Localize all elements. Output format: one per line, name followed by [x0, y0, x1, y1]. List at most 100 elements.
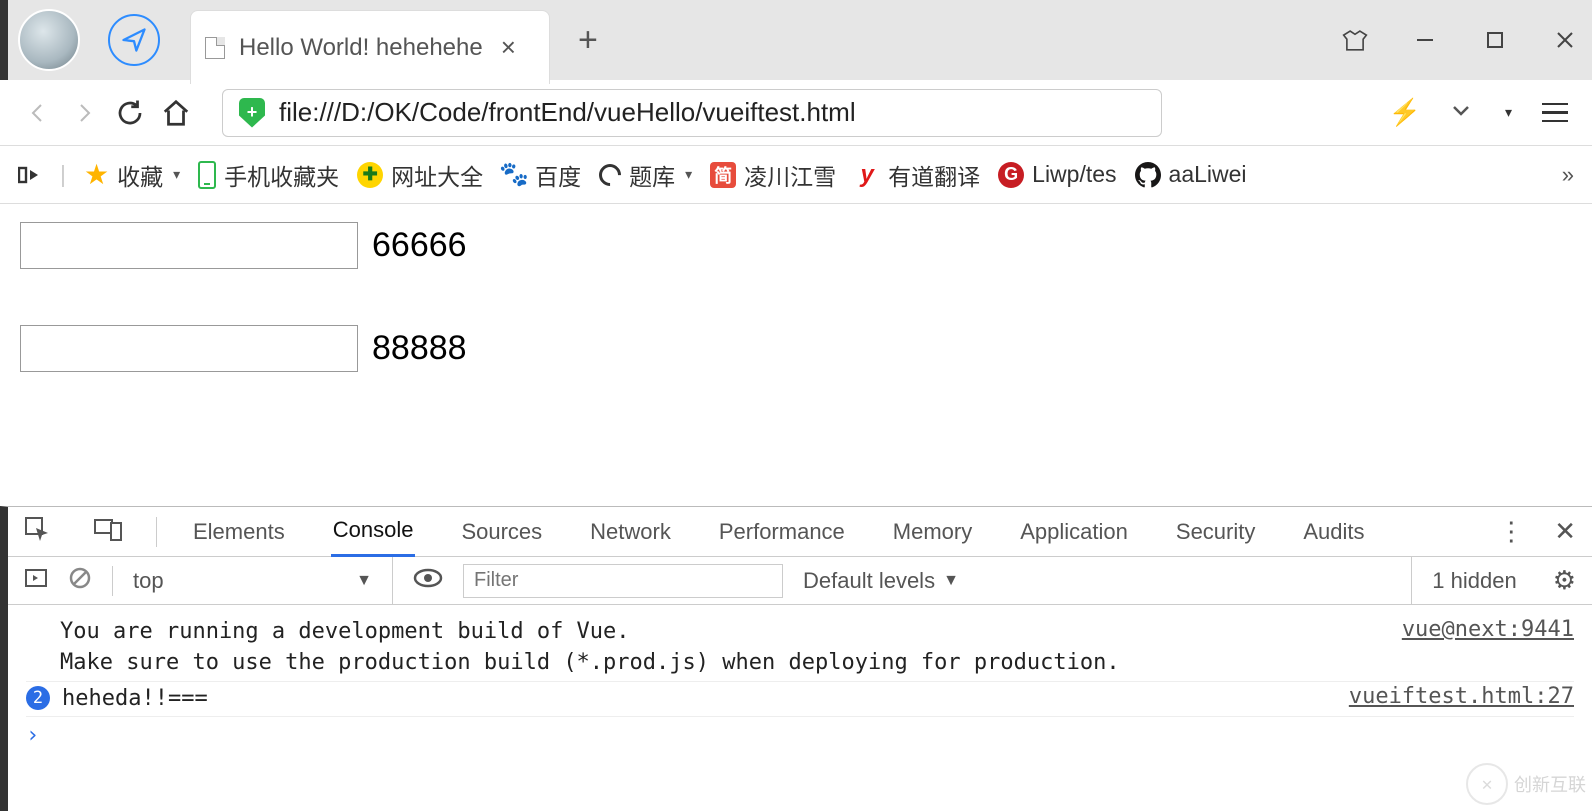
- compass-arrow-icon: [120, 26, 148, 54]
- skin-button[interactable]: [1342, 27, 1368, 53]
- mobile-favorites-label: 手机收藏夹: [224, 158, 339, 192]
- address-bar: + file:///D:/OK/Code/frontEnd/vueHello/v…: [0, 80, 1592, 146]
- console-toolbar: top ▼ Default levels ▼ 1 hidden ⚙: [8, 557, 1592, 605]
- live-expression-button[interactable]: [413, 567, 443, 595]
- tab-console[interactable]: Console: [331, 507, 416, 557]
- jianshu-icon: 简: [710, 162, 736, 188]
- bookmark-item-1[interactable]: 🐾 百度: [501, 158, 581, 192]
- bookmarks-bar: | ★收藏▾ 手机收藏夹 ✚ 网址大全 🐾 百度 题库▾ 简凌川江雪 y有道翻译 G…: [0, 146, 1592, 204]
- sidebar-toggle-button[interactable]: [18, 164, 42, 186]
- speed-bolt-icon[interactable]: ⚡: [1389, 97, 1421, 128]
- watermark-text: 创新互联: [1514, 771, 1586, 797]
- value-text-1: 88888: [372, 329, 467, 368]
- message-text: heheda!!===: [62, 684, 208, 715]
- console-prompt[interactable]: ›: [26, 717, 1574, 748]
- text-input-1[interactable]: [20, 325, 358, 372]
- mobile-icon: [198, 161, 216, 189]
- bookmark-label: 题库: [629, 158, 675, 192]
- browser-tab[interactable]: Hello World! hehehehe ×: [190, 10, 550, 84]
- message-source-link[interactable]: vue@next:9441: [1402, 617, 1574, 642]
- levels-label: Default levels: [803, 568, 935, 594]
- bookmarks-overflow-button[interactable]: »: [1562, 162, 1574, 188]
- tab-memory[interactable]: Memory: [891, 507, 974, 557]
- bookmark-item-3[interactable]: 简凌川江雪: [710, 158, 836, 192]
- tab-title: Hello World! hehehehe: [239, 34, 483, 62]
- browser-titlebar: Hello World! hehehehe × +: [0, 0, 1592, 80]
- context-selector[interactable]: top ▼: [133, 557, 393, 604]
- inspect-element-button[interactable]: [24, 516, 50, 548]
- tab-elements[interactable]: Elements: [191, 507, 287, 557]
- youdao-icon: y: [854, 162, 880, 188]
- undo-close-button[interactable]: ▾: [1501, 104, 1512, 121]
- devtools-tabbar: Elements Console Sources Network Perform…: [8, 507, 1592, 557]
- window-close-button[interactable]: [1552, 27, 1578, 53]
- home-button[interactable]: [158, 95, 194, 131]
- navigation-compass-button[interactable]: [108, 14, 160, 66]
- new-tab-button[interactable]: +: [578, 21, 598, 60]
- bookmark-label: 百度: [535, 158, 581, 192]
- watermark-logo-icon: ✕: [1466, 763, 1508, 805]
- devtools-close-button[interactable]: ✕: [1554, 516, 1576, 547]
- context-label: top: [133, 568, 164, 594]
- device-toolbar-button[interactable]: [94, 517, 122, 547]
- console-filter-input[interactable]: [463, 564, 783, 598]
- console-message-0: You are running a development build of V…: [26, 615, 1574, 682]
- message-source-link[interactable]: vueiftest.html:27: [1349, 684, 1574, 709]
- hidden-messages-count[interactable]: 1 hidden: [1411, 557, 1516, 604]
- minimize-button[interactable]: [1412, 27, 1438, 53]
- maximize-button[interactable]: [1482, 27, 1508, 53]
- tab-audits[interactable]: Audits: [1301, 507, 1366, 557]
- bookmark-item-6[interactable]: aaLiwei: [1135, 161, 1247, 188]
- console-output: You are running a development build of V…: [8, 605, 1592, 811]
- bookmark-item-4[interactable]: y有道翻译: [854, 158, 980, 192]
- profile-avatar[interactable]: [18, 9, 80, 71]
- window-controls: [1342, 0, 1578, 80]
- gitee-icon: G: [998, 162, 1024, 188]
- text-input-0[interactable]: [20, 222, 358, 269]
- star-icon: ★: [84, 158, 109, 191]
- bookmark-label: Liwp/tes: [1032, 161, 1116, 188]
- hidden-count-label: 1 hidden: [1432, 568, 1516, 594]
- clear-console-button[interactable]: [68, 566, 92, 596]
- security-shield-icon: +: [239, 98, 265, 128]
- page-file-icon: [205, 37, 225, 59]
- back-button[interactable]: [20, 95, 56, 131]
- favorites-button[interactable]: ★收藏▾: [84, 158, 180, 192]
- favorites-label: 收藏: [117, 158, 163, 192]
- bookmark-label: 网址大全: [391, 158, 483, 192]
- 360-icon: ✚: [357, 162, 383, 188]
- log-levels-selector[interactable]: Default levels ▼: [803, 568, 959, 594]
- bookmark-item-5[interactable]: G Liwp/tes: [998, 161, 1116, 188]
- tab-sources[interactable]: Sources: [459, 507, 544, 557]
- tab-security[interactable]: Security: [1174, 507, 1257, 557]
- devtools-more-button[interactable]: ⋮: [1498, 516, 1524, 547]
- url-input-box[interactable]: + file:///D:/OK/Code/frontEnd/vueHello/v…: [222, 89, 1162, 137]
- main-menu-button[interactable]: [1542, 103, 1568, 123]
- content-row-1: 88888: [20, 325, 1572, 372]
- baidu-icon: 🐾: [501, 162, 527, 188]
- watermark: ✕ 创新互联: [1466, 763, 1586, 805]
- address-right-controls: ⚡ ▾: [1389, 97, 1572, 128]
- reload-button[interactable]: [112, 95, 148, 131]
- tab-performance[interactable]: Performance: [717, 507, 847, 557]
- content-row-0: 66666: [20, 222, 1572, 269]
- bookmark-item-0[interactable]: ✚ 网址大全: [357, 158, 483, 192]
- console-sidebar-toggle[interactable]: [24, 567, 48, 595]
- forward-button[interactable]: [66, 95, 102, 131]
- message-count-badge: 2: [26, 686, 50, 710]
- tab-close-button[interactable]: ×: [501, 32, 516, 63]
- mobile-favorites-button[interactable]: 手机收藏夹: [198, 158, 339, 192]
- console-settings-button[interactable]: ⚙: [1553, 565, 1576, 596]
- tab-network[interactable]: Network: [588, 507, 673, 557]
- separator: |: [60, 161, 66, 188]
- tab-application[interactable]: Application: [1018, 507, 1130, 557]
- bookmark-item-2[interactable]: 题库▾: [599, 158, 692, 192]
- console-message-1: 2 heheda!!=== vueiftest.html:27: [26, 682, 1574, 718]
- value-text-0: 66666: [372, 226, 467, 265]
- dropdown-toggle[interactable]: [1451, 103, 1471, 122]
- devtools-panel: Elements Console Sources Network Perform…: [0, 506, 1592, 811]
- message-text: You are running a development build of V…: [26, 617, 1120, 679]
- github-icon: [1135, 162, 1161, 188]
- page-content: 66666 88888: [0, 204, 1592, 372]
- url-text: file:///D:/OK/Code/frontEnd/vueHello/vue…: [279, 97, 856, 128]
